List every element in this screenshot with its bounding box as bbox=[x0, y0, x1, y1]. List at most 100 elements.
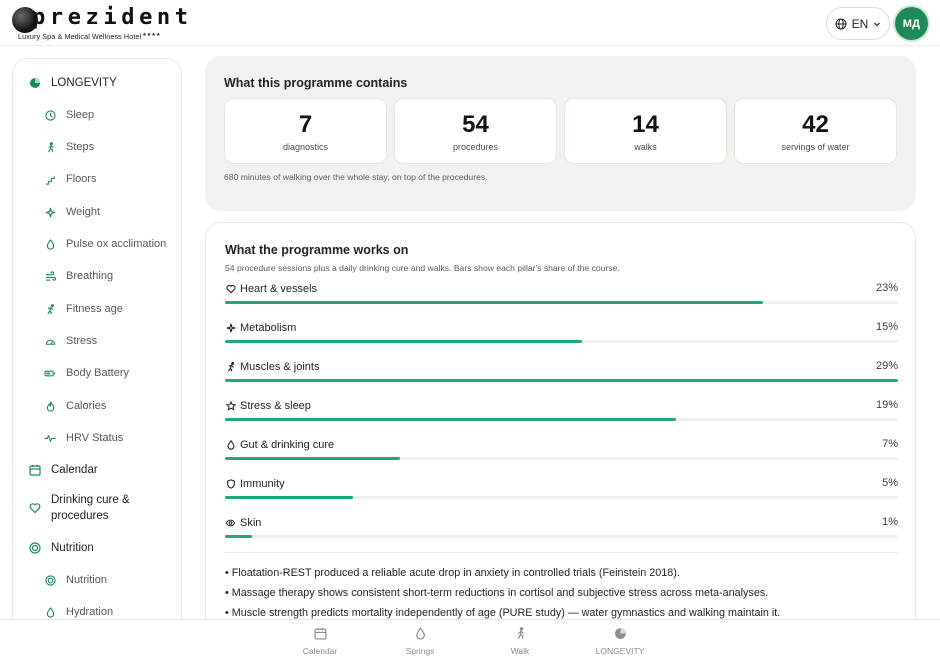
battery-icon bbox=[43, 366, 57, 380]
pillar-track bbox=[225, 379, 898, 382]
sidebar-item-label: Hydration bbox=[66, 606, 114, 618]
sidebar-item-label: Fitness age bbox=[66, 303, 123, 315]
sidebar-item-label: LONGEVITY bbox=[51, 77, 117, 89]
calendar-icon bbox=[28, 463, 42, 477]
bottom-nav-label: Walk bbox=[510, 646, 530, 656]
stat-value: 42 bbox=[802, 111, 829, 138]
stat-value: 54 bbox=[462, 111, 489, 138]
top-header: prezident Luxury Spa & Medical Wellness … bbox=[0, 0, 940, 46]
works-title: What the programme works on bbox=[225, 243, 409, 257]
pillar-heart-vessels: Heart & vessels 23% bbox=[225, 281, 898, 311]
droplet-icon bbox=[43, 237, 57, 251]
pillar-bar bbox=[225, 535, 252, 538]
sidebar-item-label: Body Battery bbox=[66, 367, 129, 379]
bottom-nav-longevity[interactable]: LONGEVITY bbox=[580, 624, 660, 660]
pillar-label: Skin bbox=[240, 517, 262, 529]
pillar-track bbox=[225, 535, 898, 538]
pillar-track bbox=[225, 340, 898, 343]
weight-icon bbox=[43, 205, 57, 219]
brand-name: prezident bbox=[32, 5, 193, 30]
bottom-nav-label: Springs bbox=[405, 646, 435, 656]
droplet-icon bbox=[43, 605, 57, 619]
pillar-label: Gut & drinking cure bbox=[240, 439, 335, 451]
sidebar-item-breathing[interactable]: Breathing bbox=[43, 261, 113, 291]
brand-logo[interactable]: prezident Luxury Spa & Medical Wellness … bbox=[12, 5, 188, 41]
brand-stars: ★★★★ bbox=[142, 32, 161, 38]
pillar-track bbox=[225, 418, 898, 421]
sidebar-item-calories[interactable]: Calories bbox=[43, 391, 106, 421]
language-label: EN bbox=[851, 16, 869, 31]
running-icon bbox=[225, 362, 236, 373]
sidebar-item-floors[interactable]: Floors bbox=[43, 164, 97, 194]
pillar-percent: 1% bbox=[882, 516, 898, 528]
bottom-nav-label: LONGEVITY bbox=[595, 646, 645, 656]
sidebar-item-calendar[interactable]: Calendar bbox=[28, 455, 98, 485]
pillar-label: Immunity bbox=[240, 478, 285, 490]
sidebar-item-hrv-status[interactable]: HRV Status bbox=[43, 423, 123, 453]
sidebar-item-label: Floors bbox=[66, 173, 97, 185]
sidebar-item-body-battery[interactable]: Body Battery bbox=[43, 358, 129, 388]
sidebar-item-weight[interactable]: Weight bbox=[43, 197, 100, 227]
bottom-nav-walk[interactable]: Walk bbox=[480, 624, 560, 660]
wind-icon bbox=[43, 269, 57, 283]
sidebar-item-fitness-age[interactable]: Fitness age bbox=[43, 294, 123, 324]
contains-title: What this programme contains bbox=[224, 76, 408, 90]
pillar-skin: Skin 1% bbox=[225, 515, 898, 545]
pillar-track bbox=[225, 301, 898, 304]
star-icon bbox=[225, 401, 236, 412]
fact-item: • Massage therapy shows consistent short… bbox=[225, 587, 769, 599]
programme-contains-card: What this programme contains 7 diagnosti… bbox=[205, 56, 916, 211]
pillar-bar bbox=[225, 418, 676, 421]
target-icon bbox=[43, 573, 57, 587]
longevity-icon bbox=[28, 76, 42, 90]
stat-walks: 14 walks bbox=[564, 98, 727, 164]
pillar-gut-drinking-cure: Gut & drinking cure 7% bbox=[225, 437, 898, 467]
sidebar-item-drinking-cure[interactable]: Drinking cure & procedures bbox=[28, 493, 161, 529]
sidebar-item-label: Nutrition bbox=[51, 542, 94, 554]
sidebar-item-nutrition-sub[interactable]: Nutrition bbox=[43, 565, 107, 595]
sidebar-item-label: Pulse ox acclimation bbox=[66, 238, 167, 250]
bottom-nav-calendar[interactable]: Calendar bbox=[280, 624, 360, 660]
sidebar-item-sleep[interactable]: Sleep bbox=[43, 100, 94, 130]
sidebar-item-stress[interactable]: Stress bbox=[43, 326, 97, 356]
stat-water: 42 servings of water bbox=[734, 98, 897, 164]
language-selector[interactable]: EN bbox=[826, 7, 890, 40]
stat-value: 7 bbox=[298, 111, 313, 138]
sidebar-item-label: Nutrition bbox=[66, 574, 107, 586]
stat-label: walks bbox=[634, 142, 657, 152]
heart-icon bbox=[28, 501, 42, 515]
stairs-icon bbox=[43, 172, 57, 186]
works-subtitle: 54 procedure sessions plus a daily drink… bbox=[225, 263, 620, 273]
stat-label: servings of water bbox=[781, 142, 850, 152]
pillar-stress-sleep: Stress & sleep 19% bbox=[225, 398, 898, 428]
bottom-nav-label: Calendar bbox=[302, 646, 338, 656]
pillar-track bbox=[225, 457, 898, 460]
sidebar-item-label: Drinking cure & procedures bbox=[51, 494, 130, 522]
target-icon bbox=[28, 541, 42, 555]
eye-icon bbox=[225, 518, 236, 529]
walking-icon bbox=[480, 624, 560, 642]
pillar-metabolism: Metabolism 15% bbox=[225, 320, 898, 350]
pillar-label: Metabolism bbox=[240, 322, 297, 334]
bottom-nav-springs[interactable]: Springs bbox=[380, 624, 460, 660]
pillar-percent: 19% bbox=[875, 399, 898, 411]
pillar-immunity: Immunity 5% bbox=[225, 476, 898, 506]
sidebar-item-longevity[interactable]: LONGEVITY bbox=[28, 68, 117, 98]
sidebar-item-label: Weight bbox=[66, 206, 101, 218]
globe-icon bbox=[835, 18, 847, 30]
droplet-icon bbox=[225, 440, 236, 451]
heart-icon bbox=[225, 284, 236, 295]
stat-label: diagnostics bbox=[282, 142, 329, 152]
sidebar-item-pulse-ox[interactable]: Pulse ox acclimation bbox=[43, 229, 166, 259]
sidebar: LONGEVITY Sleep Steps Floors Weight Puls… bbox=[12, 58, 182, 638]
sidebar-item-label: Breathing bbox=[66, 270, 114, 282]
sidebar-item-steps[interactable]: Steps bbox=[43, 132, 94, 162]
sidebar-item-nutrition[interactable]: Nutrition bbox=[28, 533, 94, 563]
sidebar-item-label: HRV Status bbox=[66, 432, 124, 444]
brand-tagline: Luxury Spa & Medical Wellness Hotel★★★★ bbox=[18, 32, 161, 41]
pillar-muscles-joints: Muscles & joints 29% bbox=[225, 359, 898, 389]
programme-works-card: What the programme works on 54 procedure… bbox=[205, 222, 916, 642]
flame-icon bbox=[43, 399, 57, 413]
user-avatar[interactable]: МД bbox=[895, 7, 928, 40]
chevron-down-icon bbox=[873, 20, 881, 28]
